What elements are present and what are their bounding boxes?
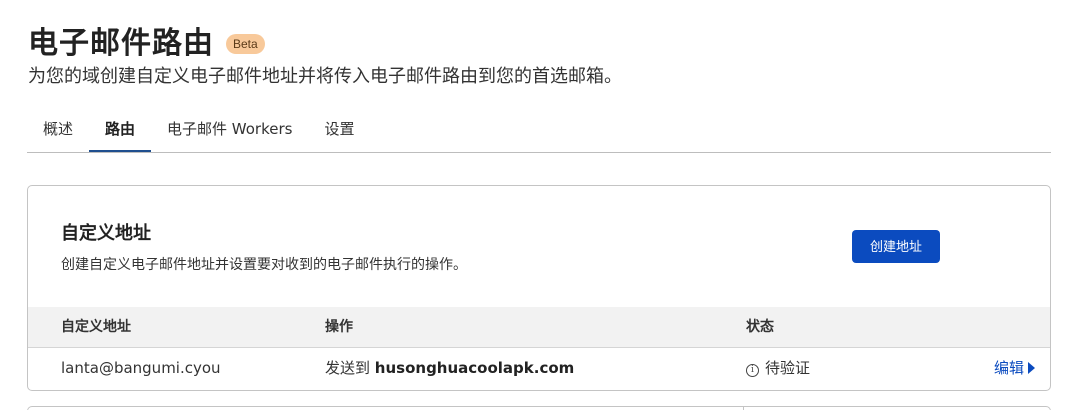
page-title: 电子邮件路由	[28, 26, 214, 61]
custom-addresses-title: 自定义地址	[61, 223, 151, 244]
tab-routing[interactable]: 路由	[89, 110, 152, 152]
column-header-status: 状态	[746, 319, 774, 335]
page-subtitle: 为您的域创建自定义电子邮件地址并将传入电子邮件路由到您的首选邮箱。	[28, 66, 622, 87]
edit-link[interactable]: 编辑	[994, 348, 1036, 388]
table-row: lanta@bangumi.cyou 发送到 husonghuacoolapk.…	[28, 348, 1050, 390]
action-prefix: 发送到	[325, 359, 371, 377]
custom-addresses-card: 自定义地址 创建自定义电子邮件地址并设置要对收到的电子邮件执行的操作。 创建地址…	[27, 185, 1051, 391]
title-row: 电子邮件路由 Beta	[28, 24, 622, 64]
action-cell: 发送到 husonghuacoolapk.com	[325, 348, 574, 388]
address-cell: lanta@bangumi.cyou	[61, 359, 221, 377]
status-text: 待验证	[765, 359, 811, 377]
info-icon: i	[746, 364, 759, 377]
table-header: 自定义地址 操作 状态	[28, 307, 1050, 348]
column-header-action: 操作	[325, 319, 353, 335]
status-cell: i 待验证	[746, 348, 810, 388]
action-target: husonghuacoolapk.com	[374, 359, 575, 377]
edit-label: 编辑	[994, 359, 1025, 377]
beta-badge: Beta	[226, 34, 265, 54]
page-header: 电子邮件路由 Beta 为您的域创建自定义电子邮件地址并将传入电子邮件路由到您的…	[28, 24, 622, 90]
column-header-address: 自定义地址	[61, 319, 131, 335]
tab-email-workers[interactable]: 电子邮件 Workers	[151, 110, 308, 151]
tab-bar: 概述 路由 电子邮件 Workers 设置	[27, 110, 1051, 153]
tab-settings[interactable]: 设置	[308, 110, 370, 151]
caret-right-icon	[1028, 362, 1036, 374]
next-card-edge	[27, 406, 1051, 410]
custom-addresses-description: 创建自定义电子邮件地址并设置要对收到的电子邮件执行的操作。	[61, 257, 467, 273]
create-address-button[interactable]: 创建地址	[852, 230, 940, 263]
email-routing-page: 电子邮件路由 Beta 为您的域创建自定义电子邮件地址并将传入电子邮件路由到您的…	[0, 0, 1071, 410]
tab-overview[interactable]: 概述	[27, 110, 89, 151]
